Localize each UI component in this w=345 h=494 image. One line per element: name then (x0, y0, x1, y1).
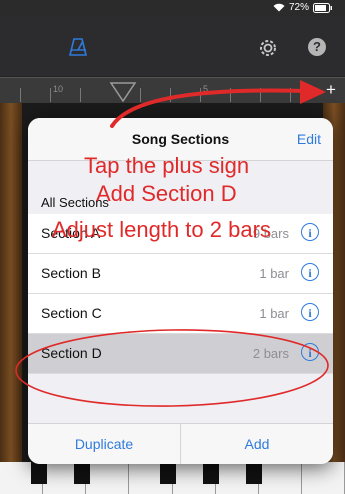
metronome-icon[interactable] (68, 38, 88, 61)
popover-header: Song Sections Edit (28, 118, 333, 161)
popover-footer: Duplicate Add (28, 423, 333, 464)
section-name: Section D (41, 345, 102, 361)
section-length: 1 bar (259, 266, 289, 281)
garageband-screen: 72% ? 10 5 + Song Sections Edit All Sect… (0, 0, 345, 494)
ruler-number: 5 (203, 84, 209, 94)
info-icon[interactable]: i (301, 343, 319, 361)
black-key[interactable] (74, 462, 90, 484)
black-key[interactable] (203, 462, 219, 484)
section-name: Section B (41, 265, 101, 281)
black-key[interactable] (160, 462, 176, 484)
info-icon[interactable]: i (301, 263, 319, 281)
section-length: 9 bars (252, 226, 289, 241)
info-icon[interactable]: i (301, 223, 319, 241)
help-icon[interactable]: ? (308, 38, 326, 56)
white-key[interactable] (86, 462, 130, 494)
battery-icon (313, 2, 333, 13)
song-sections-popover: Song Sections Edit All Sections Section … (28, 118, 333, 464)
section-name: Section C (41, 305, 102, 321)
wood-panel-left (0, 103, 22, 473)
black-key[interactable] (31, 462, 47, 484)
section-row-c[interactable]: Section C 1 bar i (28, 294, 333, 334)
section-length: 2 bars (252, 346, 289, 361)
add-button[interactable]: Add (180, 424, 333, 464)
section-row-b[interactable]: Section B 1 bar i (28, 254, 333, 294)
white-key[interactable] (258, 462, 302, 494)
add-section-plus-button[interactable]: + (326, 81, 336, 98)
section-name: Section A (41, 225, 101, 241)
all-sections-label: All Sections (41, 195, 109, 210)
popover-title: Song Sections (131, 131, 230, 147)
edit-button[interactable]: Edit (297, 131, 321, 147)
all-sections-row[interactable]: All Sections (28, 192, 333, 214)
status-bar: 72% (0, 0, 345, 16)
section-row-d[interactable]: Section D 2 bars i (28, 334, 333, 374)
wifi-icon (273, 3, 285, 12)
timeline-ruler[interactable]: 10 5 (0, 77, 345, 105)
duplicate-button[interactable]: Duplicate (28, 424, 180, 464)
section-length: 1 bar (259, 306, 289, 321)
ruler-number: 10 (53, 84, 64, 94)
info-icon[interactable]: i (301, 303, 319, 321)
section-list: All Sections Section A 9 bars i Section … (28, 192, 333, 374)
battery-percent: 72% (288, 2, 309, 13)
gear-icon[interactable] (258, 38, 278, 63)
top-toolbar: ? (0, 16, 345, 76)
black-key[interactable] (246, 462, 262, 484)
white-key[interactable] (301, 462, 345, 494)
section-row-a[interactable]: Section A 9 bars i (28, 214, 333, 254)
